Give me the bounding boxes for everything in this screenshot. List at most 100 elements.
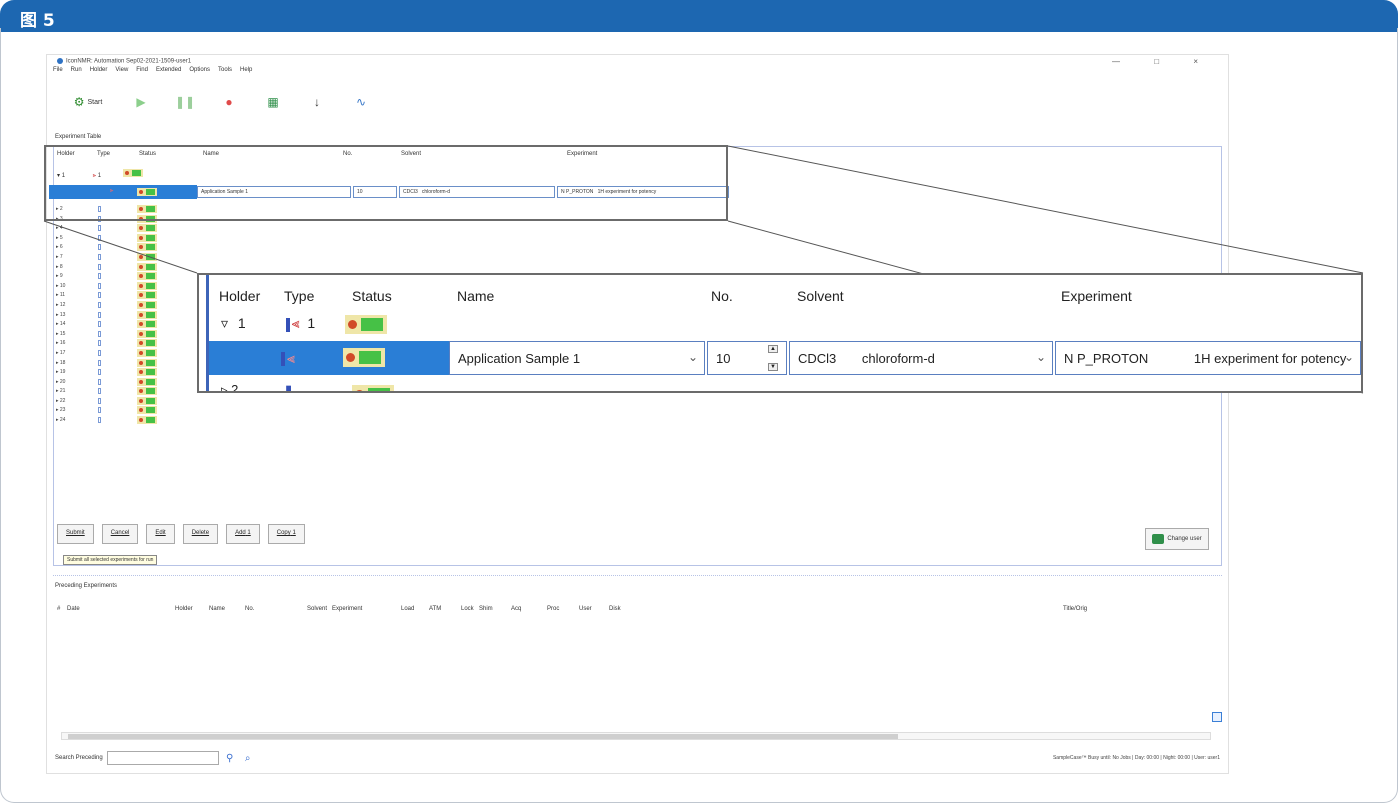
holder-row[interactable]: ▸ 10 (56, 281, 176, 292)
holder-number: ▸ 24 (56, 417, 66, 424)
pane-splitter[interactable] (53, 575, 1222, 576)
window-title: IconNMR: Automation Sep02-2021-1509-user… (57, 58, 191, 65)
status-indicator (137, 358, 157, 367)
menu-find[interactable]: Find (136, 67, 148, 73)
status-indicator (137, 224, 157, 233)
holder-row[interactable]: ▸ 22 (56, 396, 176, 407)
pause-icon[interactable]: ❚❚ (163, 88, 207, 116)
add-button[interactable]: Add 1 (226, 524, 260, 544)
delete-button[interactable]: Delete (182, 524, 219, 544)
prec-col-shim[interactable]: Shim (479, 606, 493, 612)
download-icon[interactable]: ↓ (295, 88, 339, 116)
holder-row[interactable]: ▸ 20 (56, 377, 176, 388)
holder-row[interactable]: ▸ 7 (56, 252, 176, 263)
callout-solvent-name: chloroform-d (861, 351, 935, 366)
holder-row[interactable]: ▸ 17 (56, 348, 176, 359)
prec-col-index[interactable]: # (57, 606, 60, 612)
prec-col-proc[interactable]: Proc (547, 606, 559, 612)
prec-col-solvent[interactable]: Solvent (307, 606, 327, 612)
search-input[interactable] (106, 751, 219, 765)
callout-col-experiment: Experiment (1061, 288, 1132, 304)
stop-icon[interactable]: ● (207, 88, 251, 116)
tube-icon (98, 253, 101, 260)
holder-row[interactable]: ▸ 15 (56, 329, 176, 340)
holder-row[interactable]: ▸ 11 (56, 291, 176, 301)
search-icon[interactable]: ⚲ (223, 751, 237, 765)
status-indicator (137, 281, 157, 290)
callout-sample-type-icon: ⫷ (285, 315, 300, 332)
prec-col-holder[interactable]: Holder (175, 606, 193, 612)
tube-icon (98, 369, 101, 376)
play-icon[interactable]: ▶ (119, 88, 163, 116)
holder-row[interactable]: ▸ 4 (56, 224, 176, 234)
prec-col-date[interactable]: Date (67, 606, 80, 612)
menu-extended[interactable]: Extended (156, 67, 181, 73)
tube-icon (98, 340, 101, 347)
edit-button[interactable]: Edit (146, 524, 175, 544)
holder-row[interactable]: ▸ 6 (56, 243, 176, 253)
callout-experiment-desc: 1H experiment for potency (1193, 351, 1347, 366)
holder-row[interactable]: ▸ 13 (56, 310, 176, 321)
copy-count[interactable]: 1 (292, 530, 295, 536)
grid-icon[interactable]: ▦ (251, 88, 295, 116)
spectrum-icon[interactable]: ∿ (339, 88, 383, 116)
status-indicator (137, 406, 157, 415)
tube-icon (98, 234, 101, 241)
holder-row[interactable]: ▸ 16 (56, 339, 176, 349)
prec-col-lock[interactable]: Lock (461, 606, 474, 612)
holder-list: ▸ 2 ▸ 3 ▸ 4 ▸ 5 ▸ 6 ▸ 7 ▸ 8 ▸ 9 ▸ 10 ▸ 11 ▸ 12 ▸ 13… (56, 205, 176, 426)
callout-name-field: Application Sample 1 ⌄ (449, 341, 705, 375)
advanced-search-icon[interactable]: ⌕ (241, 751, 255, 765)
window-controls[interactable]: — □ × (1112, 57, 1214, 66)
holder-row[interactable]: ▸ 19 (56, 368, 176, 378)
prec-col-user[interactable]: User (579, 606, 592, 612)
holder-number: ▸ 12 (56, 301, 66, 308)
prec-col-acq[interactable]: Acq (511, 606, 521, 612)
prec-col-title-orig[interactable]: Title/Orig (1063, 606, 1087, 612)
holder-row[interactable]: ▸ 8 (56, 262, 176, 273)
prec-col-disk[interactable]: Disk (609, 606, 621, 612)
holder-row[interactable]: ▸ 23 (56, 406, 176, 416)
callout-holder-2: 2 (231, 382, 239, 393)
holder-row[interactable]: ▸ 18 (56, 358, 176, 369)
holder-row[interactable]: ▸ 14 (56, 320, 176, 330)
prec-col-load[interactable]: Load (401, 606, 414, 612)
menu-run[interactable]: Run (71, 67, 82, 73)
callout-status-indicator (343, 348, 385, 367)
holder-row[interactable]: ▸ 9 (56, 272, 176, 282)
copy-button[interactable]: Copy 1 (267, 524, 305, 544)
spin-down-icon: ▼ (768, 363, 778, 371)
prec-col-name[interactable]: Name (209, 606, 225, 612)
holder-row[interactable]: ▸ 12 (56, 300, 176, 311)
change-user-button[interactable]: Change user (1145, 528, 1209, 550)
prec-col-no[interactable]: No. (245, 606, 254, 612)
menu-bar: File Run Holder View Find Extended Optio… (53, 67, 252, 73)
menu-view[interactable]: View (115, 67, 128, 73)
scrollbar-thumb[interactable] (68, 734, 898, 739)
add-label: Add (235, 530, 246, 536)
menu-tools[interactable]: Tools (218, 67, 232, 73)
holder-number: ▸ 15 (56, 330, 66, 337)
holder-row[interactable]: ▸ 5 (56, 233, 176, 244)
holder-row[interactable]: ▸ 24 (56, 416, 176, 426)
start-button[interactable]: ⚙ Start (57, 88, 119, 116)
submit-button[interactable]: Submit (57, 524, 94, 544)
chevron-down-icon: ⌄ (1035, 350, 1046, 364)
callout-holder-row-2: ▹ 2 (221, 382, 239, 393)
prec-col-experiment[interactable]: Experiment (332, 606, 362, 612)
menu-file[interactable]: File (53, 67, 63, 73)
add-count[interactable]: 1 (247, 530, 250, 536)
menu-help[interactable]: Help (240, 67, 252, 73)
status-indicator (137, 300, 157, 309)
menu-options[interactable]: Options (189, 67, 210, 73)
menu-holder[interactable]: Holder (90, 67, 108, 73)
callout-type-icon-2: ▮ (285, 382, 293, 393)
prec-col-atm[interactable]: ATM (429, 606, 441, 612)
holder-row[interactable]: ▸ 21 (56, 387, 176, 397)
holder-number: ▸ 5 (56, 234, 63, 241)
cancel-button[interactable]: Cancel (101, 524, 139, 544)
chevron-down-icon: ⌄ (687, 350, 698, 364)
scroll-corner-icon[interactable] (1212, 712, 1222, 722)
callout-no-value: 10 (716, 351, 731, 366)
horizontal-scrollbar[interactable] (61, 732, 1211, 740)
